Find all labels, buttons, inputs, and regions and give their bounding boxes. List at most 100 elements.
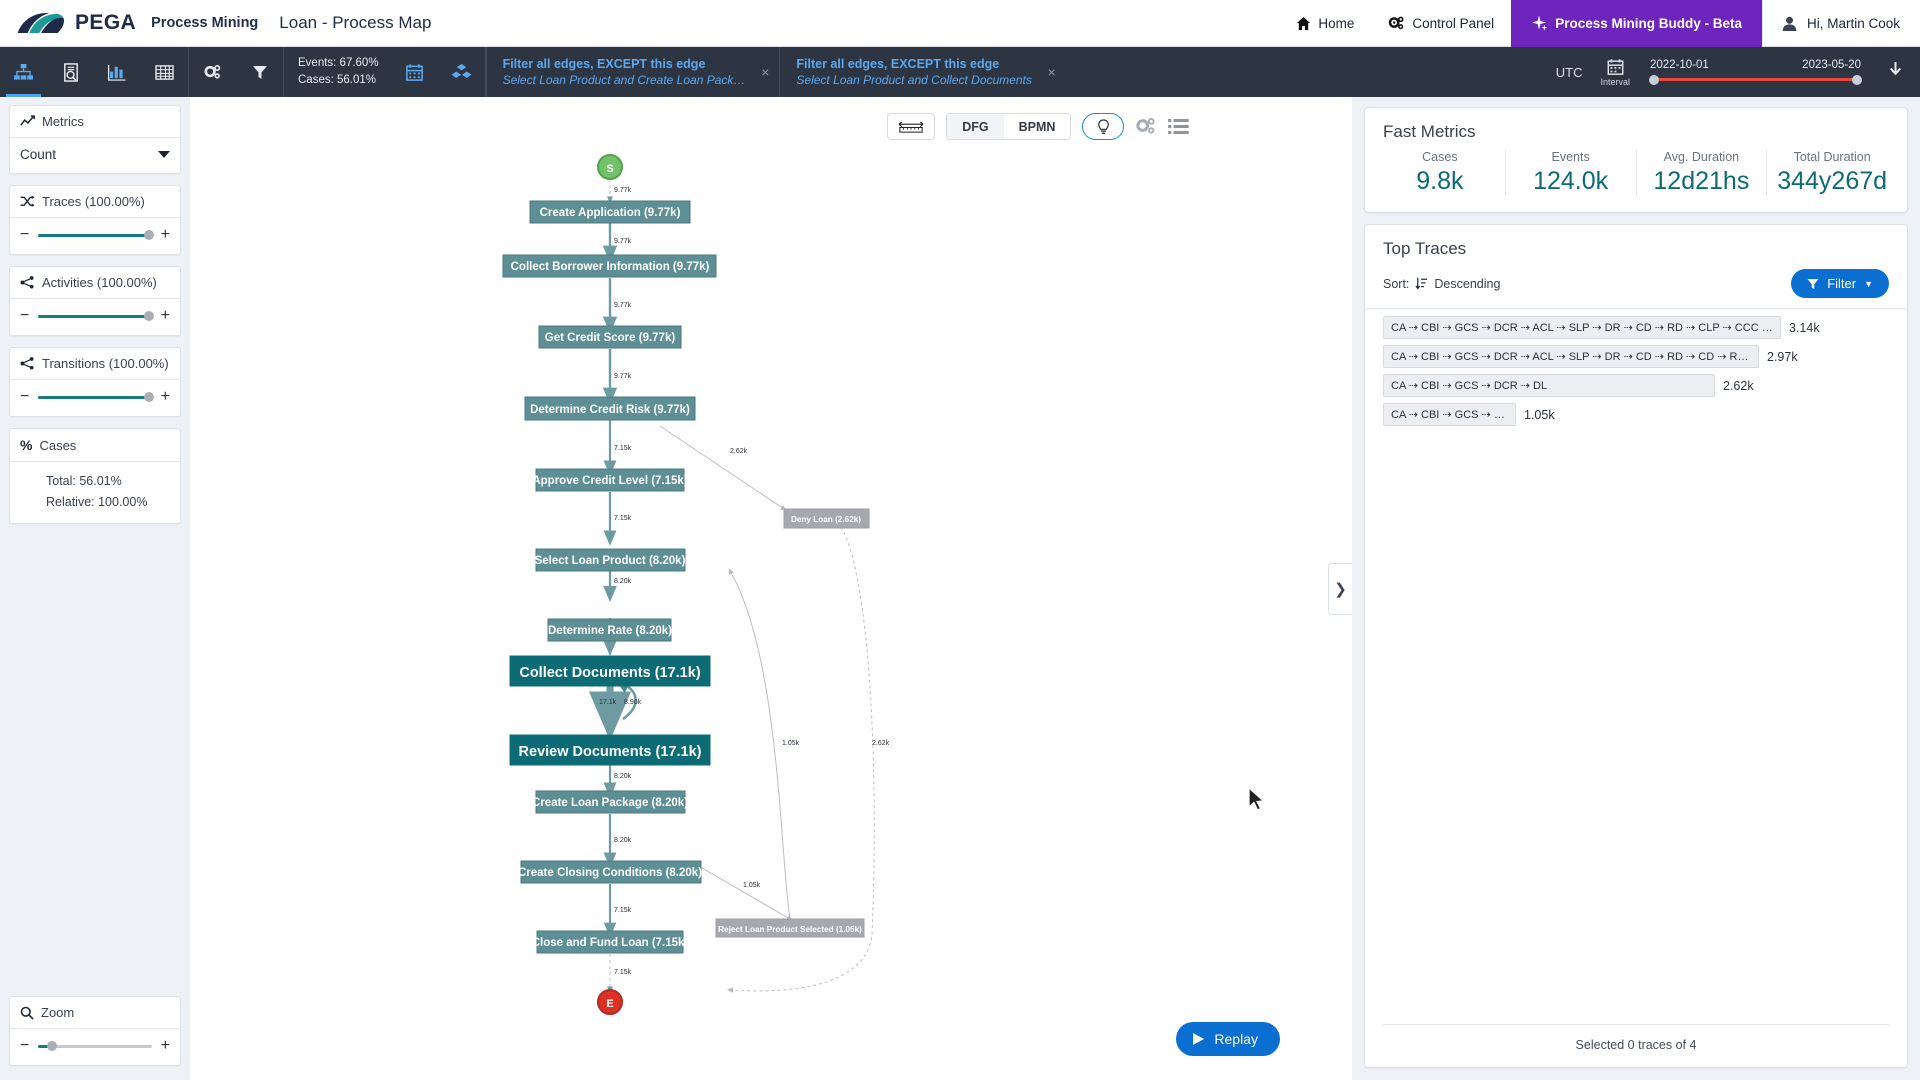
activity-node[interactable]: Create Closing Conditions (8.20k) bbox=[518, 860, 702, 884]
activity-node[interactable]: Determine Rate (8.20k) bbox=[547, 618, 672, 642]
filter-chip[interactable]: Filter all edges, EXCEPT this edge Selec… bbox=[779, 47, 1065, 97]
user-menu[interactable]: Hi, Martin Cook bbox=[1761, 0, 1920, 47]
cases-card-header: % Cases bbox=[10, 429, 180, 462]
activity-label: Select Loan Product (8.20k) bbox=[535, 555, 686, 567]
sort-control[interactable]: Sort: Descending bbox=[1383, 277, 1500, 291]
traces-slider-track[interactable] bbox=[38, 230, 155, 240]
table-icon[interactable] bbox=[141, 47, 188, 97]
zoom-out-button[interactable]: − bbox=[20, 1038, 29, 1054]
cases-title: Cases bbox=[39, 437, 77, 453]
activities-increase-button[interactable]: + bbox=[161, 308, 170, 324]
traces-decrease-button[interactable]: − bbox=[20, 227, 29, 243]
edge-label: 8.20k bbox=[614, 837, 632, 844]
date-range-track[interactable] bbox=[1648, 74, 1863, 86]
traces-slider-knob[interactable] bbox=[144, 230, 155, 240]
activities-slider-row: − + bbox=[20, 308, 170, 324]
process-map-graph[interactable]: 9.77k 9.77k 9.77k 9.77k 7.15k 7.15k 8.20… bbox=[190, 97, 1352, 1080]
metrics-title: Metrics bbox=[42, 114, 84, 129]
date-range-slider[interactable]: 2022-10-01 2023-05-20 bbox=[1648, 59, 1863, 86]
activity-node-grey[interactable]: Reject Loan Product Selected (1.05k) bbox=[715, 918, 865, 938]
replay-button[interactable]: Replay bbox=[1176, 1022, 1280, 1056]
app-header: PEGA Process Mining Loan - Process Map H… bbox=[0, 0, 1920, 47]
calendar-glyph bbox=[405, 63, 423, 81]
activity-node[interactable]: Approve Credit Level (7.15k) bbox=[532, 468, 688, 492]
control-panel-label: Control Panel bbox=[1412, 15, 1495, 31]
case-explorer-icon[interactable] bbox=[47, 47, 94, 97]
user-label: Hi, Martin Cook bbox=[1806, 15, 1900, 31]
zoom-slider-track[interactable] bbox=[38, 1041, 152, 1051]
filter-icon[interactable] bbox=[236, 47, 283, 97]
interval-picker[interactable]: Interval bbox=[1600, 58, 1630, 87]
activity-node[interactable]: Create Application (9.77k) bbox=[529, 200, 691, 224]
zoom-slider-knob[interactable] bbox=[46, 1041, 57, 1051]
start-node[interactable]: S bbox=[597, 154, 623, 180]
download-icon[interactable] bbox=[1881, 61, 1910, 84]
activities-slider-track[interactable] bbox=[38, 311, 155, 321]
metrics-select[interactable]: Count bbox=[20, 147, 170, 162]
traces-shuffle-icon bbox=[20, 195, 35, 207]
interval-label: Interval bbox=[1600, 76, 1630, 87]
activities-slider-fill bbox=[38, 314, 150, 318]
process-map-icon[interactable] bbox=[0, 47, 47, 97]
user-avatar-icon bbox=[1782, 16, 1797, 31]
stats-events: Events: 67.60% bbox=[298, 57, 379, 70]
sparkle-icon bbox=[1532, 15, 1548, 31]
date-range-knob-start[interactable] bbox=[1649, 74, 1659, 85]
calendar-icon[interactable] bbox=[391, 47, 438, 97]
process-map-canvas[interactable]: DFG BPMN 9.77k 9.77k 9.77k 9.77k 7.15k 7… bbox=[190, 97, 1352, 1080]
trace-row[interactable]: CA ⇢ CBI ⇢ GCS ⇢ DCR ⇢ ACL ⇢ SLP ⇢ DR ⇢ … bbox=[1383, 316, 1889, 339]
left-sidebar: Metrics Count Traces (100.00%) − + Activ… bbox=[0, 97, 190, 1080]
zoom-in-button[interactable]: + bbox=[161, 1038, 170, 1054]
toolbar-right: UTC Interval 2022-10-01 2023-05-20 bbox=[1556, 47, 1920, 97]
edge-label: 7.15k bbox=[614, 907, 632, 914]
calendar-interval-icon bbox=[1607, 58, 1624, 75]
activity-node-highlight[interactable]: Collect Documents (17.1k) bbox=[509, 655, 711, 687]
traces-increase-button[interactable]: + bbox=[161, 227, 170, 243]
cases-relative: Relative: 100.00% bbox=[46, 494, 148, 509]
resources-icon[interactable] bbox=[438, 47, 485, 97]
transitions-slider-track[interactable] bbox=[38, 392, 155, 402]
transitions-increase-button[interactable]: + bbox=[161, 389, 170, 405]
activities-slider-knob[interactable] bbox=[144, 311, 155, 321]
end-node[interactable]: E bbox=[597, 989, 623, 1015]
transitions-slider-knob[interactable] bbox=[144, 392, 155, 402]
edge-label: 9.77k bbox=[614, 238, 632, 245]
trace-row[interactable]: CA ⇢ CBI ⇢ GCS ⇢ DCR ⇢ DL 2.62k bbox=[1383, 374, 1889, 397]
trace-path[interactable]: CA ⇢ CBI ⇢ GCS ⇢ DCR… bbox=[1383, 403, 1516, 426]
activity-node[interactable]: Create Loan Package (8.20k) bbox=[532, 790, 688, 814]
settings-icon[interactable] bbox=[189, 47, 236, 97]
activities-decrease-button[interactable]: − bbox=[20, 308, 29, 324]
date-range-line bbox=[1654, 78, 1857, 81]
brand: PEGA Process Mining Loan - Process Map bbox=[0, 10, 431, 36]
traces-filter-button[interactable]: Filter ▼ bbox=[1791, 269, 1889, 298]
trace-path[interactable]: CA ⇢ CBI ⇢ GCS ⇢ DCR ⇢ ACL ⇢ SLP ⇢ DR ⇢ … bbox=[1383, 316, 1781, 339]
filter-chip-title: Filter all edges, EXCEPT this edge bbox=[502, 57, 706, 71]
process-mining-buddy-button[interactable]: Process Mining Buddy - Beta bbox=[1511, 0, 1762, 47]
trace-row[interactable]: CA ⇢ CBI ⇢ GCS ⇢ DCR… 1.05k bbox=[1383, 403, 1889, 426]
activity-node-highlight[interactable]: Review Documents (17.1k) bbox=[509, 734, 711, 766]
activity-node[interactable]: Get Credit Score (9.77k) bbox=[538, 325, 682, 349]
trace-row[interactable]: CA ⇢ CBI ⇢ GCS ⇢ DCR ⇢ ACL ⇢ SLP ⇢ DR ⇢ … bbox=[1383, 345, 1889, 368]
activity-node-grey[interactable]: Deny Loan (2.62k) bbox=[783, 508, 870, 529]
home-link[interactable]: Home bbox=[1279, 0, 1371, 47]
edge-label: 7.15k bbox=[614, 969, 632, 976]
filter-chip-close-icon[interactable]: × bbox=[1048, 64, 1056, 80]
trace-path[interactable]: CA ⇢ CBI ⇢ GCS ⇢ DCR ⇢ DL bbox=[1383, 374, 1715, 397]
date-from: 2022-10-01 bbox=[1650, 58, 1709, 71]
transitions-decrease-button[interactable]: − bbox=[20, 389, 29, 405]
activity-node[interactable]: Collect Borrower Information (9.77k) bbox=[502, 254, 717, 278]
control-panel-link[interactable]: Control Panel bbox=[1371, 0, 1511, 47]
transitions-slider-row: − + bbox=[20, 389, 170, 405]
date-range-knob-end[interactable] bbox=[1852, 74, 1862, 85]
edge-label: 9.77k bbox=[614, 187, 632, 194]
filter-chip[interactable]: Filter all edges, EXCEPT this edge Selec… bbox=[485, 47, 780, 97]
filter-chip-close-icon[interactable]: × bbox=[761, 64, 769, 80]
trace-path[interactable]: CA ⇢ CBI ⇢ GCS ⇢ DCR ⇢ ACL ⇢ SLP ⇢ DR ⇢ … bbox=[1383, 345, 1759, 368]
activity-node[interactable]: Close and Fund Loan (7.15k) bbox=[532, 930, 689, 954]
activity-node[interactable]: Determine Credit Risk (9.77k) bbox=[524, 396, 696, 421]
charts-icon[interactable] bbox=[94, 47, 141, 97]
activity-node[interactable]: Select Loan Product (8.20k) bbox=[535, 548, 686, 572]
bar-chart-glyph bbox=[108, 64, 126, 81]
right-panel-toggle[interactable]: ❯ bbox=[1328, 562, 1352, 615]
sort-prefix: Sort: bbox=[1383, 276, 1410, 291]
